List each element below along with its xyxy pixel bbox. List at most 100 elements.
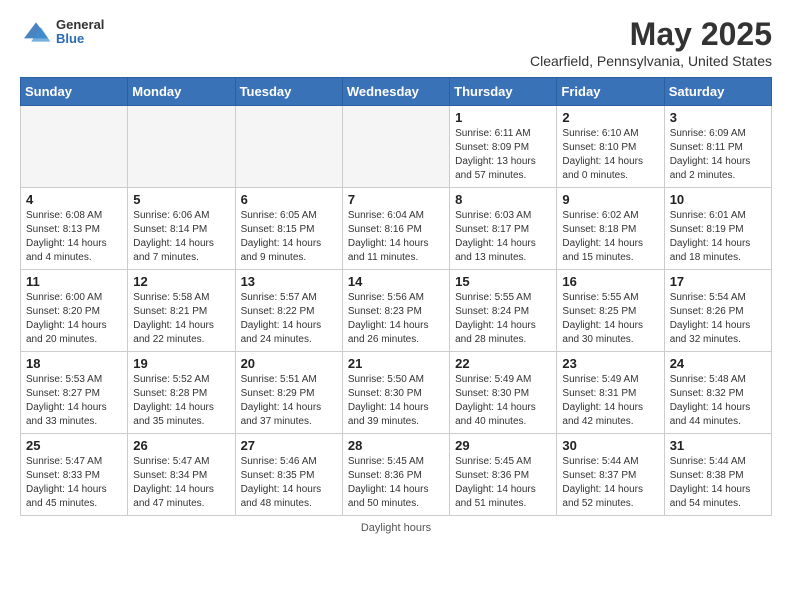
day-number: 23 (562, 356, 658, 371)
day-number: 17 (670, 274, 766, 289)
calendar-cell: 23 Sunrise: 5:49 AMSunset: 8:31 PMDayligh… (557, 352, 664, 434)
calendar-wrapper: SundayMondayTuesdayWednesdayThursdayFrid… (0, 77, 792, 516)
day-info: Sunrise: 5:50 AMSunset: 8:30 PMDaylight:… (348, 373, 444, 429)
calendar-cell: 11 Sunrise: 6:00 AMSunset: 8:20 PMDayligh… (21, 270, 128, 352)
calendar-cell (21, 106, 128, 188)
calendar-cell: 25 Sunrise: 5:47 AMSunset: 8:33 PMDayligh… (21, 434, 128, 516)
calendar-cell: 16Sunrise: 5:55 AMSunset: 8:25 PMDayligh… (557, 270, 664, 352)
month-title: May 2025 (530, 16, 772, 53)
day-info: Sunrise: 5:47 AMSunset: 8:34 PMDaylight:… (133, 455, 229, 511)
week-row-0: 1 Sunrise: 6:11 AMSunset: 8:09 PMDaylight… (21, 106, 772, 188)
calendar-cell: 7Sunrise: 6:04 AMSunset: 8:16 PMDaylight… (342, 188, 449, 270)
weekday-monday: Monday (128, 78, 235, 106)
logo-blue: Blue (56, 32, 104, 46)
day-number: 28 (348, 438, 444, 453)
calendar-cell: 27Sunrise: 5:46 AMSunset: 8:35 PMDayligh… (235, 434, 342, 516)
day-info: Sunrise: 5:45 AMSunset: 8:36 PMDaylight:… (455, 455, 551, 511)
calendar-cell: 18 Sunrise: 5:53 AMSunset: 8:27 PMDayligh… (21, 352, 128, 434)
calendar-cell: 15Sunrise: 5:55 AMSunset: 8:24 PMDayligh… (450, 270, 557, 352)
day-number: 19 (133, 356, 229, 371)
day-info: Sunrise: 5:44 AMSunset: 8:37 PMDaylight:… (562, 455, 658, 511)
calendar-cell: 30 Sunrise: 5:44 AMSunset: 8:37 PMDayligh… (557, 434, 664, 516)
day-number: 26 (133, 438, 229, 453)
day-number: 30 (562, 438, 658, 453)
weekday-wednesday: Wednesday (342, 78, 449, 106)
day-info: Sunrise: 5:56 AMSunset: 8:23 PMDaylight:… (348, 291, 444, 347)
week-row-3: 18 Sunrise: 5:53 AMSunset: 8:27 PMDayligh… (21, 352, 772, 434)
calendar-cell: 17 Sunrise: 5:54 AMSunset: 8:26 PMDayligh… (664, 270, 771, 352)
day-number: 21 (348, 356, 444, 371)
weekday-friday: Friday (557, 78, 664, 106)
day-number: 22 (455, 356, 551, 371)
calendar-cell: 1 Sunrise: 6:11 AMSunset: 8:09 PMDaylight… (450, 106, 557, 188)
day-number: 3 (670, 110, 766, 125)
day-number: 5 (133, 192, 229, 207)
day-number: 20 (241, 356, 337, 371)
day-info: Sunrise: 6:01 AMSunset: 8:19 PMDaylight:… (670, 209, 766, 265)
day-number: 15 (455, 274, 551, 289)
day-info: Sunrise: 5:51 AMSunset: 8:29 PMDaylight:… (241, 373, 337, 429)
day-info: Sunrise: 5:48 AMSunset: 8:32 PMDaylight:… (670, 373, 766, 429)
calendar-cell: 29 Sunrise: 5:45 AMSunset: 8:36 PMDayligh… (450, 434, 557, 516)
day-number: 18 (26, 356, 122, 371)
day-number: 7 (348, 192, 444, 207)
day-info: Sunrise: 5:49 AMSunset: 8:30 PMDaylight:… (455, 373, 551, 429)
day-number: 29 (455, 438, 551, 453)
location: Clearfield, Pennsylvania, United States (530, 53, 772, 69)
calendar-cell (235, 106, 342, 188)
calendar-cell: 28 Sunrise: 5:45 AMSunset: 8:36 PMDayligh… (342, 434, 449, 516)
calendar-cell: 3Sunrise: 6:09 AMSunset: 8:11 PMDaylight… (664, 106, 771, 188)
calendar-cell: 22 Sunrise: 5:49 AMSunset: 8:30 PMDayligh… (450, 352, 557, 434)
day-number: 8 (455, 192, 551, 207)
day-number: 13 (241, 274, 337, 289)
calendar-cell (128, 106, 235, 188)
calendar-cell: 24Sunrise: 5:48 AMSunset: 8:32 PMDayligh… (664, 352, 771, 434)
day-info: Sunrise: 6:00 AMSunset: 8:20 PMDaylight:… (26, 291, 122, 347)
week-row-2: 11 Sunrise: 6:00 AMSunset: 8:20 PMDayligh… (21, 270, 772, 352)
day-info: Sunrise: 5:58 AMSunset: 8:21 PMDaylight:… (133, 291, 229, 347)
calendar-cell: 12 Sunrise: 5:58 AMSunset: 8:21 PMDayligh… (128, 270, 235, 352)
day-info: Sunrise: 5:49 AMSunset: 8:31 PMDaylight:… (562, 373, 658, 429)
weekday-thursday: Thursday (450, 78, 557, 106)
logo-text: General Blue (56, 18, 104, 47)
calendar-cell: 21 Sunrise: 5:50 AMSunset: 8:30 PMDayligh… (342, 352, 449, 434)
title-block: May 2025 Clearfield, Pennsylvania, Unite… (530, 16, 772, 69)
calendar-cell (342, 106, 449, 188)
day-number: 16 (562, 274, 658, 289)
calendar-cell: 10Sunrise: 6:01 AMSunset: 8:19 PMDayligh… (664, 188, 771, 270)
calendar-cell: 26 Sunrise: 5:47 AMSunset: 8:34 PMDayligh… (128, 434, 235, 516)
day-number: 1 (455, 110, 551, 125)
logo-general: General (56, 18, 104, 32)
calendar-cell: 8Sunrise: 6:03 AMSunset: 8:17 PMDaylight… (450, 188, 557, 270)
day-info: Sunrise: 5:44 AMSunset: 8:38 PMDaylight:… (670, 455, 766, 511)
calendar-cell: 5Sunrise: 6:06 AMSunset: 8:14 PMDaylight… (128, 188, 235, 270)
day-info: Sunrise: 5:57 AMSunset: 8:22 PMDaylight:… (241, 291, 337, 347)
calendar-cell: 31Sunrise: 5:44 AMSunset: 8:38 PMDayligh… (664, 434, 771, 516)
footer: Daylight hours (0, 516, 792, 538)
day-info: Sunrise: 5:45 AMSunset: 8:36 PMDaylight:… (348, 455, 444, 511)
calendar-cell: 9 Sunrise: 6:02 AMSunset: 8:18 PMDaylight… (557, 188, 664, 270)
day-info: Sunrise: 5:47 AMSunset: 8:33 PMDaylight:… (26, 455, 122, 511)
week-row-4: 25 Sunrise: 5:47 AMSunset: 8:33 PMDayligh… (21, 434, 772, 516)
day-number: 27 (241, 438, 337, 453)
day-info: Sunrise: 6:02 AMSunset: 8:18 PMDaylight:… (562, 209, 658, 265)
day-info: Sunrise: 5:54 AMSunset: 8:26 PMDaylight:… (670, 291, 766, 347)
header: General Blue May 2025 Clearfield, Pennsy… (0, 0, 792, 77)
day-number: 4 (26, 192, 122, 207)
calendar-cell: 20 Sunrise: 5:51 AMSunset: 8:29 PMDayligh… (235, 352, 342, 434)
day-info: Sunrise: 5:52 AMSunset: 8:28 PMDaylight:… (133, 373, 229, 429)
day-info: Sunrise: 5:53 AMSunset: 8:27 PMDaylight:… (26, 373, 122, 429)
day-info: Sunrise: 6:11 AMSunset: 8:09 PMDaylight:… (455, 127, 551, 183)
weekday-tuesday: Tuesday (235, 78, 342, 106)
day-info: Sunrise: 6:10 AMSunset: 8:10 PMDaylight:… (562, 127, 658, 183)
day-number: 25 (26, 438, 122, 453)
day-number: 11 (26, 274, 122, 289)
day-info: Sunrise: 6:08 AMSunset: 8:13 PMDaylight:… (26, 209, 122, 265)
day-number: 9 (562, 192, 658, 207)
weekday-header-row: SundayMondayTuesdayWednesdayThursdayFrid… (21, 78, 772, 106)
weekday-sunday: Sunday (21, 78, 128, 106)
week-row-1: 4 Sunrise: 6:08 AMSunset: 8:13 PMDaylight… (21, 188, 772, 270)
day-number: 12 (133, 274, 229, 289)
weekday-saturday: Saturday (664, 78, 771, 106)
calendar-cell: 2Sunrise: 6:10 AMSunset: 8:10 PMDaylight… (557, 106, 664, 188)
